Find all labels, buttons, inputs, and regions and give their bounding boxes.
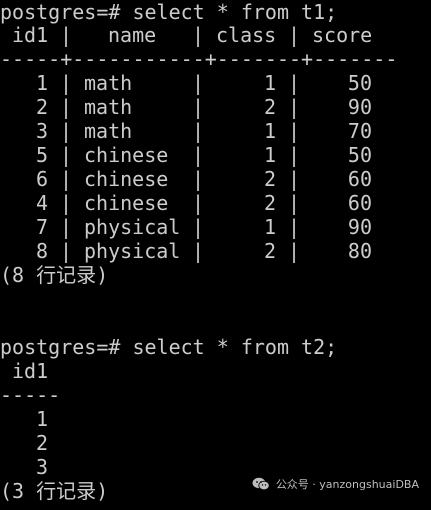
cell-name: math	[84, 71, 133, 95]
table-row: 2	[0, 431, 431, 455]
query1-row-count: (8 行记录)	[0, 263, 109, 287]
column-divider: |	[288, 95, 301, 119]
column-divider: |	[60, 71, 73, 95]
header-class: class	[216, 23, 277, 47]
column-divider: |	[288, 215, 301, 239]
wechat-icon	[252, 477, 270, 491]
query2-row-count: (3 行记录)	[0, 479, 109, 503]
header-score: score	[312, 23, 373, 47]
cell-name: physical	[84, 239, 181, 263]
cell-score: 50	[347, 143, 372, 167]
column-divider: |	[60, 143, 73, 167]
cell-id1: 5	[35, 143, 48, 167]
column-divider: |	[288, 143, 301, 167]
column-divider: |	[192, 95, 205, 119]
cell-id1: 8	[35, 239, 48, 263]
column-divider: |	[288, 239, 301, 263]
terminal-window[interactable]: postgres=# select * from t1; id1 | name …	[0, 0, 431, 510]
cell-id1: 3	[35, 119, 48, 143]
cell-name: chinese	[84, 167, 169, 191]
table-row: 8 | physical | 2 | 80	[0, 239, 431, 263]
watermark: 公众号 · yanzongshuaiDBA	[252, 474, 419, 494]
cell-id1: 1	[35, 407, 48, 431]
cell-class: 2	[263, 191, 276, 215]
column-divider: |	[60, 215, 73, 239]
cell-id1: 2	[35, 95, 48, 119]
query2-separator: -----	[0, 383, 61, 407]
cell-id1: 1	[35, 71, 48, 95]
table-row: 6 | chinese | 2 | 60	[0, 167, 431, 191]
column-divider: |	[288, 119, 301, 143]
column-divider: |	[192, 167, 205, 191]
column-divider: |	[60, 95, 73, 119]
table-row: 5 | chinese | 1 | 50	[0, 143, 431, 167]
column-divider: |	[60, 23, 73, 47]
table-row: 2 | math | 2 | 90	[0, 95, 431, 119]
table-row: 1	[0, 407, 431, 431]
query1-separator: -----+-----------+-------+-------	[0, 47, 398, 71]
cell-class: 1	[263, 71, 276, 95]
watermark-text: 公众号 · yanzongshuaiDBA	[275, 478, 419, 491]
column-divider: |	[288, 191, 301, 215]
cell-id1: 7	[35, 215, 48, 239]
column-divider: |	[192, 23, 205, 47]
cell-class: 1	[263, 143, 276, 167]
cell-id1: 4	[35, 191, 48, 215]
cell-id1: 6	[35, 167, 48, 191]
column-divider: |	[192, 191, 205, 215]
query1-header-row: id1 | name | class | score	[0, 23, 431, 47]
column-divider: |	[60, 191, 73, 215]
cell-class: 2	[263, 239, 276, 263]
column-divider: |	[288, 71, 301, 95]
query2-prompt: postgres=# select * from t2;	[0, 335, 338, 359]
table-row: 4 | chinese | 2 | 60	[0, 191, 431, 215]
cell-score: 90	[347, 95, 372, 119]
cell-score: 80	[347, 239, 372, 263]
column-divider: |	[192, 215, 205, 239]
column-divider: |	[192, 239, 205, 263]
cell-score: 90	[347, 215, 372, 239]
column-divider: |	[192, 143, 205, 167]
cell-class: 2	[263, 95, 276, 119]
cell-class: 2	[263, 167, 276, 191]
column-divider: |	[60, 167, 73, 191]
cell-class: 1	[263, 119, 276, 143]
column-divider: |	[192, 71, 205, 95]
column-divider: |	[288, 23, 301, 47]
column-divider: |	[60, 239, 73, 263]
column-divider: |	[192, 119, 205, 143]
query1-prompt: postgres=# select * from t1;	[0, 0, 338, 24]
header-name: name	[108, 23, 157, 47]
cell-score: 60	[347, 167, 372, 191]
cell-name: math	[84, 95, 133, 119]
cell-score: 60	[347, 191, 372, 215]
query2-header-row: id1	[0, 359, 48, 383]
cell-name: physical	[84, 215, 181, 239]
cell-name: math	[84, 119, 133, 143]
cell-score: 70	[347, 119, 372, 143]
cell-score: 50	[347, 71, 372, 95]
table-row: 3 | math | 1 | 70	[0, 119, 431, 143]
cell-name: chinese	[84, 143, 169, 167]
cell-name: chinese	[84, 191, 169, 215]
column-divider: |	[288, 167, 301, 191]
table-row: 7 | physical | 1 | 90	[0, 215, 431, 239]
header-id1: id1	[12, 359, 49, 383]
header-id1: id1	[12, 23, 49, 47]
cell-id1: 3	[35, 455, 48, 479]
cell-class: 1	[263, 215, 276, 239]
cell-id1: 2	[35, 431, 48, 455]
table-row: 1 | math | 1 | 50	[0, 71, 431, 95]
column-divider: |	[60, 119, 73, 143]
